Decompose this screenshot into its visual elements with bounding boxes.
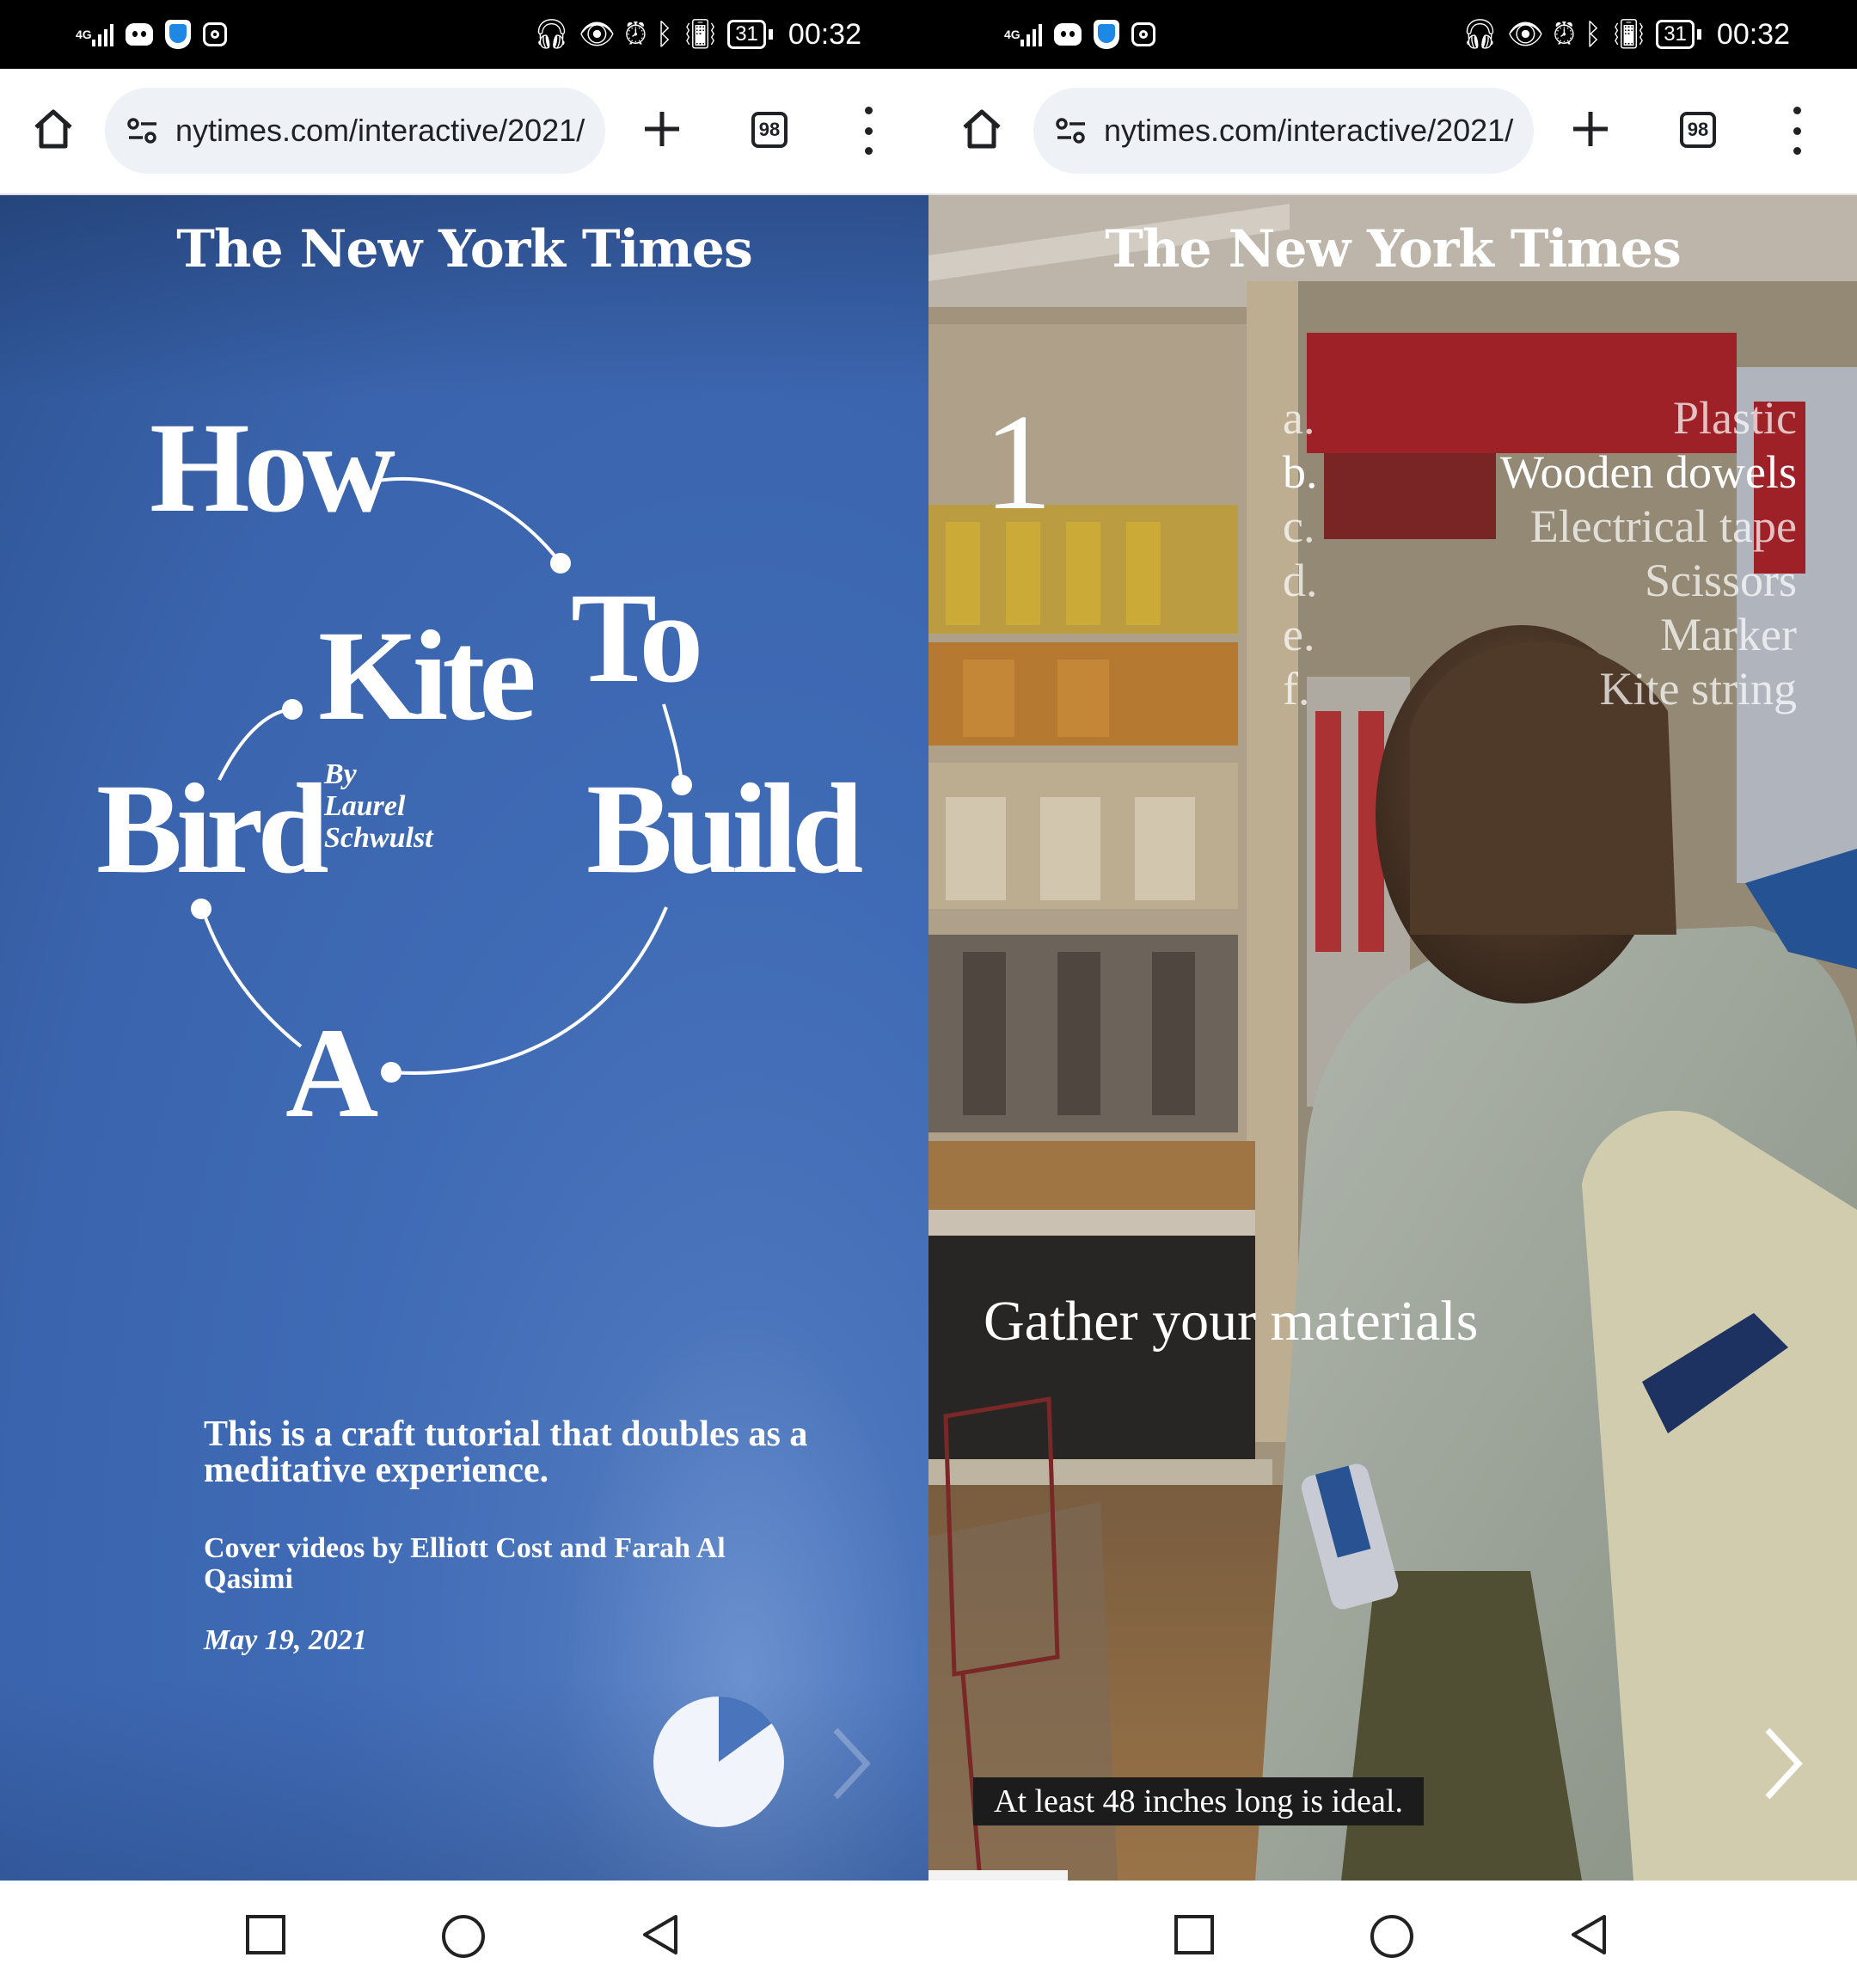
title-word-bird: Bird [96,758,329,900]
credits: Cover videos by Elliott Cost and Farah A… [204,1532,726,1595]
video-progress-bar [929,1870,1068,1881]
address-bar[interactable]: nytimes.com/interactive/2021/ [105,88,605,174]
discord-icon [125,17,153,52]
title-word-a: A [285,1002,378,1144]
description: This is a craft tutorial that doubles as… [204,1414,808,1490]
home-circle-icon[interactable] [1369,1913,1415,1960]
material-item-active: b. Wooden dowels [1283,446,1797,498]
title-word-to: To [571,567,703,709]
instagram-icon [202,17,227,52]
discord-icon [1053,17,1082,52]
home-circle-icon[interactable] [440,1913,487,1960]
alarm-icon: ⏰︎ [624,17,647,51]
new-tab-icon[interactable] [1566,105,1615,153]
recent-apps-icon[interactable] [244,1913,287,1956]
battery-icon: 31 [727,20,773,49]
nyt-step-page: The New York Times 1 a. Plastic b. Wooden … [929,195,1857,1881]
overflow-menu-icon[interactable] [860,107,877,155]
overflow-menu-icon[interactable] [1788,107,1805,155]
nyt-logo[interactable]: The New York Times [929,219,1857,279]
back-triangle-icon[interactable] [640,1913,683,1956]
title-word-build: Build [586,758,863,900]
status-bar: 4G 🎧︎ 👁︎ ⏰︎ ᛒ 📳︎ 31 00:32 [929,0,1857,69]
alarm-icon: ⏰︎ [1553,17,1576,51]
vibrate-icon: 📳︎ [1610,18,1648,51]
nyt-title-page: The New York Times How To Kite Bird Buil… [0,195,929,1881]
url-text[interactable]: nytimes.com/interactive/2021/ [1104,113,1513,149]
system-nav-bar [0,1881,929,1988]
bluetooth-icon: ᛒ [655,17,674,51]
instagram-icon [1131,17,1155,52]
site-settings-icon[interactable] [1051,110,1092,151]
video-caption: At least 48 inches long is ideal. [973,1777,1424,1825]
bluetooth-icon: ᛒ [1584,17,1603,51]
shield-icon [164,17,191,52]
clock: 00:32 [788,17,861,51]
battery-icon: 31 [1656,20,1701,49]
step-heading: Gather your materials [984,1290,1479,1353]
clock: 00:32 [1716,17,1790,51]
headphones-icon: 🎧︎ [1461,18,1498,51]
material-item: e. Marker [1283,609,1797,660]
browser-toolbar: nytimes.com/interactive/2021/ 98 [0,69,929,195]
browser-toolbar: nytimes.com/interactive/2021/ 98 [929,69,1857,195]
publish-date: May 19, 2021 [204,1624,367,1656]
recent-apps-icon[interactable] [1173,1913,1216,1956]
material-item: d. Scissors [1283,555,1797,606]
title-word-how: How [150,396,395,539]
next-arrow-icon[interactable] [827,1725,875,1802]
site-settings-icon[interactable] [122,110,163,151]
eye-icon: 👁︎ [578,18,616,51]
headphones-icon: 🎧︎ [532,18,570,51]
title-word-kite: Kite [318,604,536,747]
byline: By Laurel Schwulst [324,758,433,854]
materials-list: a. Plastic b. Wooden dowels c. Electrical t… [1283,391,1797,716]
signal-icon: 4G [1004,17,1042,52]
next-arrow-icon[interactable] [1759,1725,1807,1802]
material-item: c. Electrical tape [1283,500,1797,552]
material-item: f. Kite string [1283,663,1797,715]
home-icon[interactable] [29,105,77,153]
system-nav-bar [929,1881,1857,1988]
shield-icon [1093,17,1119,52]
signal-icon: 4G [76,17,113,52]
step-number: 1 [984,385,1052,538]
back-triangle-icon[interactable] [1568,1913,1611,1956]
eye-icon: 👁︎ [1506,18,1545,51]
material-item: a. Plastic [1283,392,1797,444]
right-screen: 4G 🎧︎ 👁︎ ⏰︎ ᛒ 📳︎ 31 00:32 nytimes.com/in… [929,0,1857,1988]
left-screen: 4G 🎧︎ 👁︎ ⏰︎ ᛒ 📳︎ 31 00:32 nytimes.com/in… [0,0,929,1988]
url-text[interactable]: nytimes.com/interactive/2021/ [175,113,585,149]
tab-switcher-button[interactable]: 98 [751,112,788,148]
vibrate-icon: 📳︎ [682,18,720,51]
home-icon[interactable] [958,105,1006,153]
address-bar[interactable]: nytimes.com/interactive/2021/ [1033,88,1534,174]
tab-switcher-button[interactable]: 98 [1680,112,1716,148]
new-tab-icon[interactable] [638,105,686,153]
loading-pie-icon [653,1697,784,1827]
status-bar: 4G 🎧︎ 👁︎ ⏰︎ ᛒ 📳︎ 31 00:32 [0,0,929,69]
